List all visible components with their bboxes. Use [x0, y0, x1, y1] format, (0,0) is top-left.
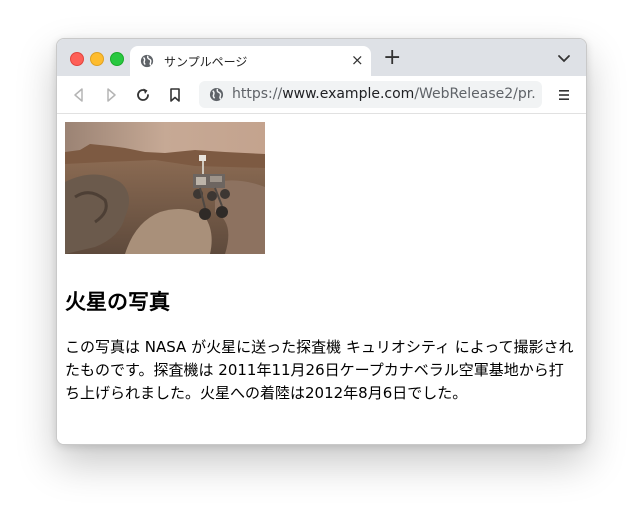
- menu-icon[interactable]: [557, 86, 571, 104]
- url-path: /WebRelease2/pr...: [414, 86, 537, 102]
- page-heading: 火星の写真: [65, 290, 170, 314]
- reload-icon[interactable]: [134, 86, 152, 104]
- back-arrow-icon[interactable]: [70, 86, 88, 104]
- browser-tab[interactable]: サンプルページ ×: [130, 46, 371, 76]
- site-info-globe-icon[interactable]: [209, 87, 224, 102]
- page-paragraph: この写真は NASA が火星に送った探査機 キュリオシティ によって撮影されたも…: [65, 338, 574, 402]
- url-text[interactable]: https://www.example.com/WebRelease2/pr..…: [232, 86, 537, 102]
- bookmark-icon[interactable]: [166, 86, 184, 104]
- chevron-down-icon[interactable]: [557, 51, 571, 65]
- tab-title: サンプルページ: [164, 55, 248, 69]
- zoom-window-button[interactable]: [110, 52, 124, 66]
- new-tab-button[interactable]: +: [383, 47, 401, 69]
- url-scheme: https://: [232, 86, 283, 102]
- address-bar[interactable]: https://www.example.com/WebRelease2/pr..…: [199, 81, 542, 108]
- close-window-button[interactable]: [70, 52, 84, 66]
- forward-arrow-icon[interactable]: [102, 86, 120, 104]
- globe-icon: [140, 54, 154, 68]
- browser-window: サンプルページ × + https://www.example.com/WebR: [56, 38, 587, 445]
- minimize-window-button[interactable]: [90, 52, 104, 66]
- page-content: 火星の写真 この写真は NASA が火星に送った探査機 キュリオシティ によって…: [57, 114, 586, 444]
- tab-close-button[interactable]: ×: [351, 51, 364, 69]
- mars-rover-photo: [65, 122, 265, 254]
- tab-bar: サンプルページ × +: [57, 39, 586, 76]
- browser-toolbar: https://www.example.com/WebRelease2/pr..…: [57, 76, 586, 114]
- url-domain: www.example.com: [282, 86, 415, 102]
